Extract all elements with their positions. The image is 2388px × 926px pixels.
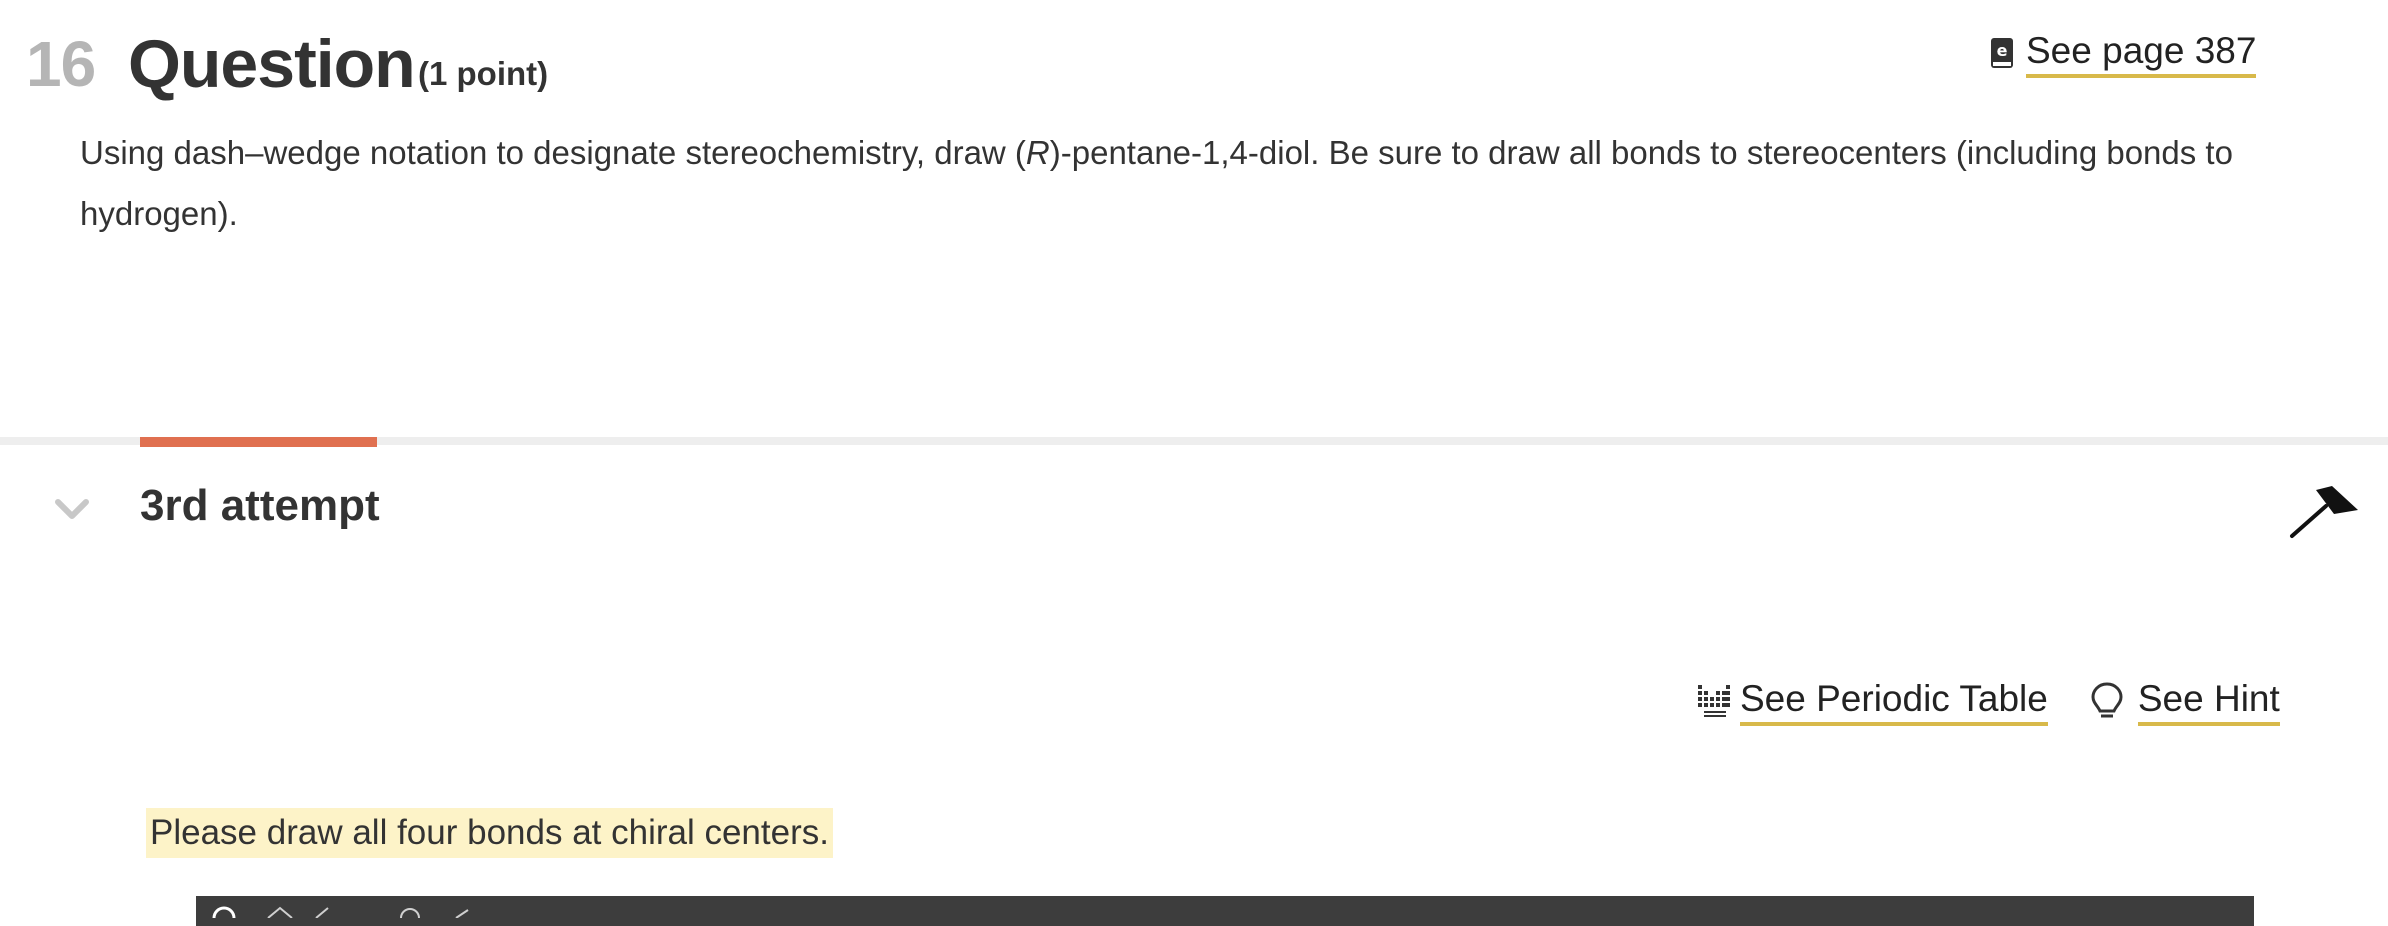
see-page-label: See page 387 [2026, 28, 2257, 78]
question-prompt: Using dash–wedge notation to designate s… [80, 122, 2280, 244]
ebook-icon: e [1991, 38, 2013, 68]
svg-text:e: e [1997, 41, 2008, 60]
see-hint-link[interactable]: See Hint [2048, 676, 2280, 726]
periodic-table-label: See Periodic Table [1740, 676, 2048, 726]
attempt-label: 3rd attempt [140, 481, 380, 530]
chiral-center-notice: Please draw all four bonds at chiral cen… [146, 808, 833, 858]
periodic-table-icon [1698, 685, 1730, 717]
question-points: (1 point) [418, 55, 549, 92]
question-number: 16 [26, 28, 96, 100]
prompt-italic-r: R [1025, 134, 1050, 171]
tools-bar: See Periodic Table See Hint [1696, 676, 2280, 726]
editor-tool-icons [212, 906, 469, 918]
flag-icon[interactable] [2288, 484, 2360, 540]
prompt-text-start: Using dash–wedge notation to designate s… [80, 134, 1026, 171]
chevron-down-icon[interactable] [52, 494, 92, 524]
see-page-link[interactable]: e See page 387 [1990, 28, 2257, 78]
active-attempt-indicator [140, 437, 377, 447]
question-title: Question [128, 26, 416, 102]
see-periodic-table-link[interactable]: See Periodic Table [1696, 676, 2048, 726]
lightbulb-icon [2091, 682, 2123, 718]
hint-label: See Hint [2137, 676, 2280, 726]
